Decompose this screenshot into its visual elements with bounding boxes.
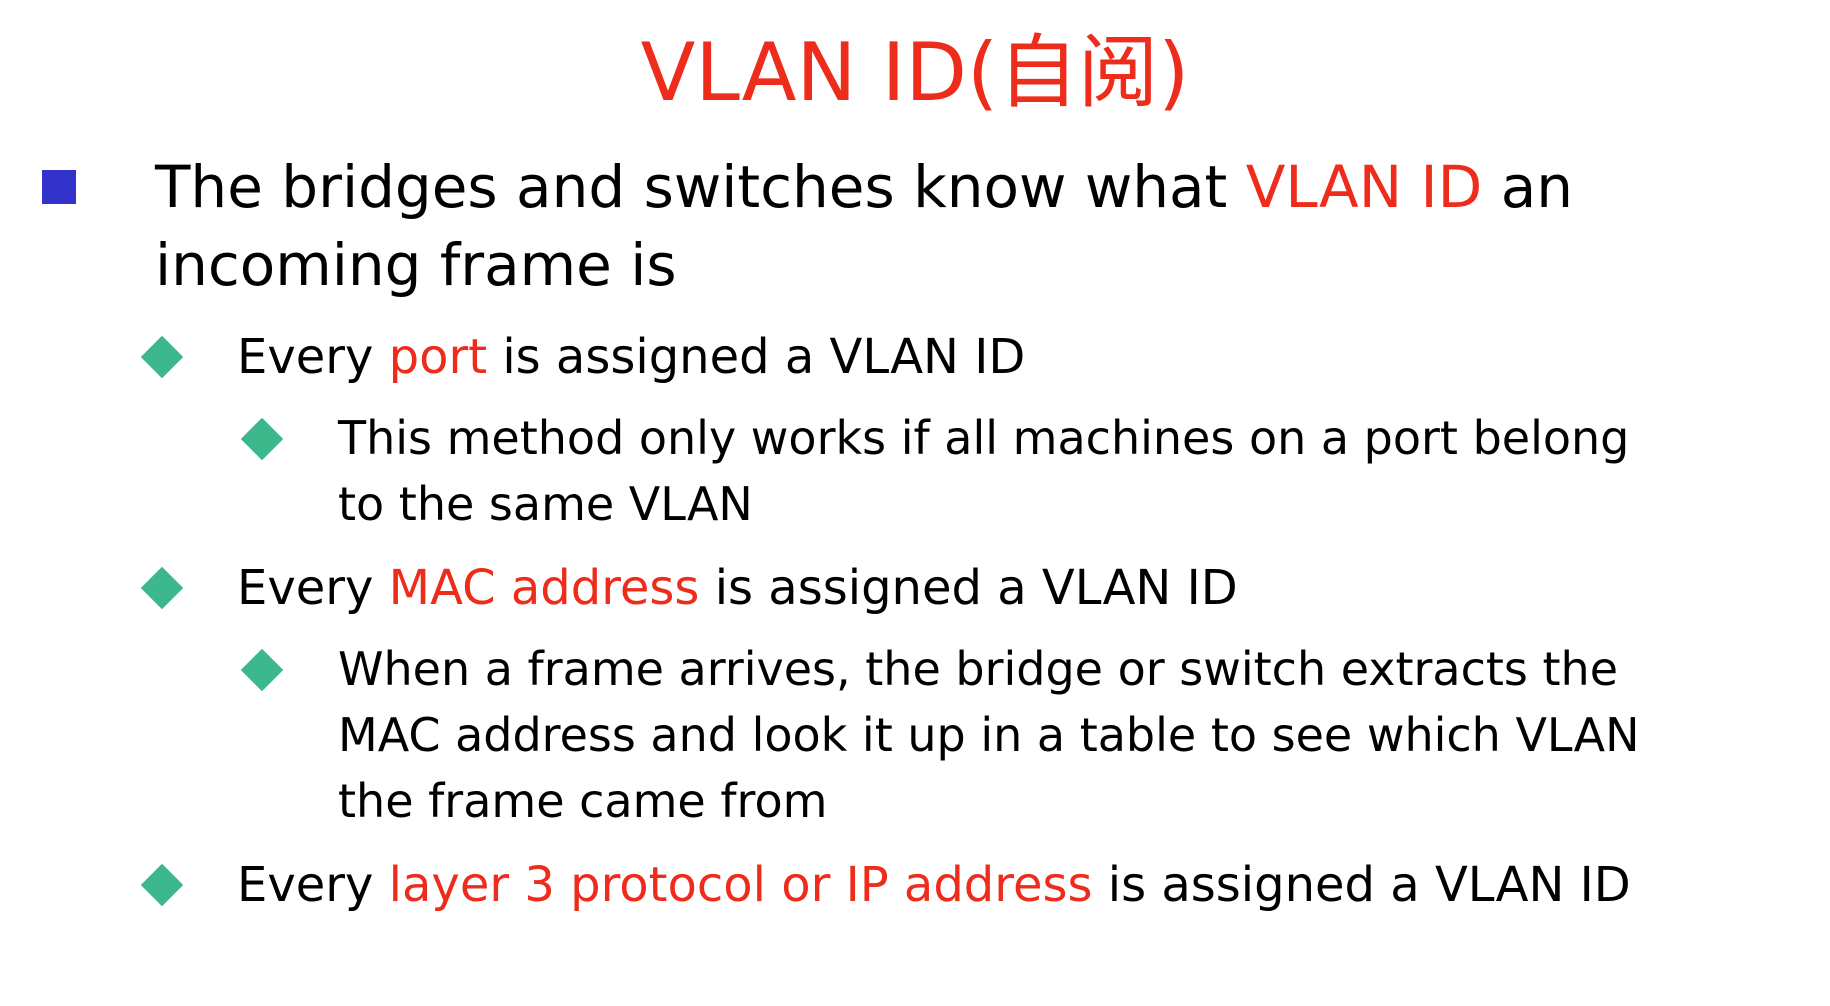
diamond-bullet-icon <box>140 566 184 610</box>
item-highlight: port <box>388 329 488 385</box>
main-bullet-text-end: an <box>1482 153 1574 221</box>
item-highlight: MAC address <box>388 560 700 616</box>
item-text-end: is assigned a VLAN ID <box>487 329 1026 385</box>
item-text-end: is assigned a VLAN ID <box>699 560 1238 616</box>
item-text: Every <box>237 329 389 385</box>
item-text-end: is assigned a VLAN ID <box>1092 857 1631 913</box>
sub-item-line: This method only works if all machines o… <box>338 411 1630 465</box>
square-bullet-icon <box>42 170 76 204</box>
sub-item-line: When a frame arrives, the bridge or swit… <box>338 642 1619 696</box>
sub-item-line: to the same VLAN <box>338 477 753 531</box>
item-text: Every <box>237 857 389 913</box>
item-port: Every port is assigned a VLAN ID <box>237 327 1025 387</box>
item-highlight: layer 3 protocol or IP address <box>388 857 1093 913</box>
main-bullet-text: The bridges and switches know what <box>155 153 1246 221</box>
slide: VLAN ID(自阅) The bridges and switches kno… <box>0 0 1830 1006</box>
diamond-bullet-icon <box>240 417 284 461</box>
item-mac-address: Every MAC address is assigned a VLAN ID <box>237 558 1238 618</box>
diamond-bullet-icon <box>240 648 284 692</box>
main-bullet-highlight: VLAN ID <box>1245 153 1483 221</box>
sub-item-line: the frame came from <box>338 774 828 828</box>
sub-item-line: MAC address and look it up in a table to… <box>338 708 1640 762</box>
slide-title: VLAN ID(自阅) <box>640 26 1190 119</box>
main-bullet-line-1: The bridges and switches know what VLAN … <box>155 152 1573 222</box>
item-layer3-protocol: Every layer 3 protocol or IP address is … <box>237 855 1631 915</box>
diamond-bullet-icon <box>140 335 184 379</box>
item-text: Every <box>237 560 389 616</box>
diamond-bullet-icon <box>140 863 184 907</box>
main-bullet-line-2: incoming frame is <box>155 231 677 299</box>
